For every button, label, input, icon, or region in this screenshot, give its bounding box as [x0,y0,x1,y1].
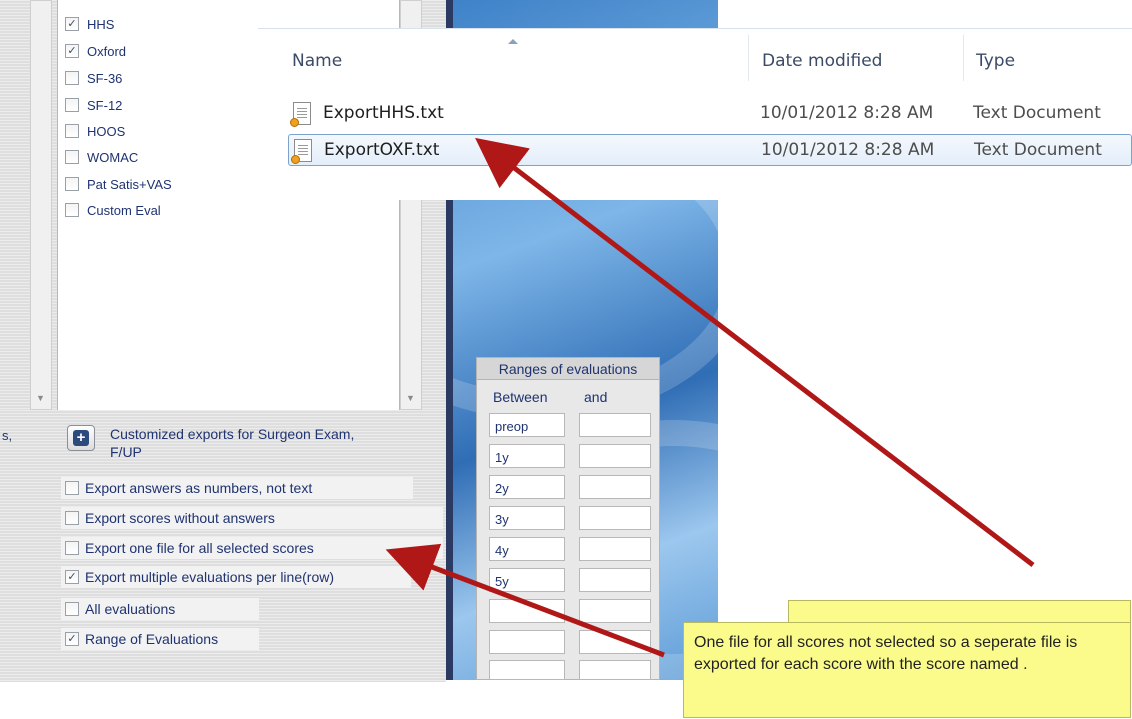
truncated-label: s, [2,428,13,443]
score-item-label: Oxford [87,43,127,59]
customized-exports-button[interactable]: + [67,425,95,451]
option-scores-without-answers[interactable]: Export scores without answers [61,507,443,529]
custom-eval-checkbox[interactable] [65,203,79,217]
range-and-input[interactable] [579,475,651,499]
note-tab [788,600,1131,624]
hhs-checkbox[interactable]: ✓ [65,17,79,31]
column-header-date-modified[interactable]: Date modified [762,51,882,71]
option-one-file-all-scores[interactable]: Export one file for all selected scores [61,537,443,559]
score-item-pat-satis-vas[interactable]: Pat Satis+VAS [65,174,172,194]
range-and-input[interactable] [579,599,651,623]
file-badge-icon [290,118,299,127]
option-label: Export multiple evaluations per line(row… [85,569,334,585]
option-label: Export answers as numbers, not text [85,480,313,496]
file-badge-icon [291,155,300,164]
range-between-input[interactable] [489,599,565,623]
scroll-down-arrow-icon[interactable]: ▼ [36,393,45,403]
score-item-hoos[interactable]: HOOS [65,121,125,141]
file-explorer-list: Name Date modified Type ExportHHS.txt 10… [258,28,1132,200]
score-item-label: SF-12 [87,97,123,113]
score-item-label: HOOS [87,123,126,139]
file-date-modified: 10/01/2012 8:28 AM [761,140,935,160]
file-row-exporthhs[interactable]: ExportHHS.txt 10/01/2012 8:28 AM Text Do… [288,98,1132,130]
ranges-title: Ranges of evaluations [477,358,659,380]
option-answers-as-numbers[interactable]: Export answers as numbers, not text [61,477,413,499]
file-type: Text Document [974,140,1102,160]
ranges-of-evaluations-panel: Ranges of evaluations Between and preop … [476,357,660,680]
range-between-input[interactable] [489,630,565,654]
range-between-input[interactable] [489,660,565,680]
range-between-input[interactable]: 4y [489,537,565,561]
option-label: Export scores without answers [85,510,275,526]
range-and-input[interactable] [579,444,651,468]
scores-list-left-scrollbar[interactable]: ▼ [30,0,52,410]
customized-exports-label: Customized exports for Surgeon Exam, F/U… [110,426,355,460]
answers-as-numbers-checkbox[interactable] [65,481,79,495]
text-file-icon [291,139,312,164]
ranges-between-header: Between [493,389,548,405]
file-type: Text Document [973,103,1101,123]
range-and-input[interactable] [579,568,651,592]
range-and-input[interactable] [579,660,651,680]
range-between-input[interactable]: 1y [489,444,565,468]
range-between-input[interactable]: 3y [489,506,565,530]
annotation-note: One file for all scores not selected so … [683,600,1131,718]
score-item-label: HHS [87,16,115,32]
option-label: Export one file for all selected scores [85,540,314,556]
file-date-modified: 10/01/2012 8:28 AM [760,103,934,123]
option-range-of-evaluations[interactable]: ✓ Range of Evaluations [61,628,259,650]
score-item-label: Custom Eval [87,202,161,218]
column-header-type[interactable]: Type [976,51,1015,71]
multiple-evals-per-line-checkbox[interactable]: ✓ [65,570,79,584]
column-separator[interactable] [748,35,749,81]
plus-icon: + [73,430,89,446]
score-item-custom-eval[interactable]: Custom Eval [65,200,161,220]
range-and-input[interactable] [579,413,651,437]
score-item-label: Pat Satis+VAS [87,176,172,192]
scores-without-answers-checkbox[interactable] [65,511,79,525]
range-between-input[interactable]: preop [489,413,565,437]
column-header-name[interactable]: Name [292,51,342,71]
text-file-icon [290,102,311,127]
score-item-label: WOMAC [87,149,139,165]
sf36-checkbox[interactable] [65,71,79,85]
sf12-checkbox[interactable] [65,98,79,112]
range-between-input[interactable]: 5y [489,568,565,592]
range-of-evaluations-checkbox[interactable]: ✓ [65,632,79,646]
pat-satis-vas-checkbox[interactable] [65,177,79,191]
option-all-evaluations[interactable]: All evaluations [61,598,259,620]
ranges-and-header: and [584,389,608,405]
file-name: ExportOXF.txt [324,140,440,160]
score-item-hhs[interactable]: ✓ HHS [65,14,114,34]
score-item-label: SF-36 [87,70,123,86]
file-list-header: Name Date modified Type [258,29,1132,81]
range-and-input[interactable] [579,630,651,654]
one-file-all-scores-checkbox[interactable] [65,541,79,555]
column-separator[interactable] [963,35,964,81]
womac-checkbox[interactable] [65,150,79,164]
oxford-checkbox[interactable]: ✓ [65,44,79,58]
hoos-checkbox[interactable] [65,124,79,138]
range-and-input[interactable] [579,506,651,530]
option-multiple-evals-per-line[interactable]: ✓ Export multiple evaluations per line(r… [61,566,411,588]
option-label: All evaluations [85,601,176,617]
score-item-womac[interactable]: WOMAC [65,147,138,167]
scroll-down-arrow-icon[interactable]: ▼ [406,393,415,403]
all-evaluations-checkbox[interactable] [65,602,79,616]
score-item-sf36[interactable]: SF-36 [65,68,122,88]
option-label: Range of Evaluations [85,631,219,647]
score-item-sf12[interactable]: SF-12 [65,95,122,115]
file-row-exportoxf[interactable]: ExportOXF.txt 10/01/2012 8:28 AM Text Do… [288,134,1132,166]
sort-ascending-icon [508,39,518,44]
file-name: ExportHHS.txt [323,103,444,123]
score-item-oxford[interactable]: ✓ Oxford [65,41,126,61]
range-between-input[interactable]: 2y [489,475,565,499]
range-and-input[interactable] [579,537,651,561]
note-text: One file for all scores not selected so … [694,634,1078,673]
